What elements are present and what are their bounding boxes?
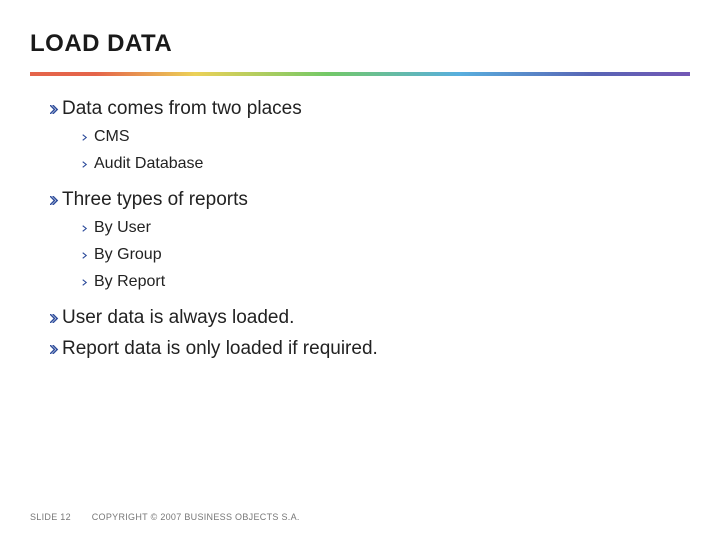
bullet-text: By Report [94, 270, 165, 295]
bullet-text: Audit Database [94, 152, 203, 177]
bullet-l1: Data comes from two places [30, 94, 690, 123]
bullet-l1: Report data is only loaded if required. [30, 334, 690, 363]
bullet-text: CMS [94, 125, 130, 150]
bullet-arrow-icon [50, 185, 62, 214]
bullet-arrow-icon [82, 125, 94, 150]
bullet-arrow-icon [50, 303, 62, 332]
bullet-l2: Audit Database [30, 152, 690, 177]
bullet-l2: By Report [30, 270, 690, 295]
bullet-l2: CMS [30, 125, 690, 150]
bullet-l1: Three types of reports [30, 185, 690, 214]
bullet-arrow-icon [82, 270, 94, 295]
bullet-arrow-icon [50, 334, 62, 363]
bullet-l2: By Group [30, 243, 690, 268]
divider [30, 72, 690, 76]
bullet-text: By Group [94, 243, 162, 268]
bullet-arrow-icon [82, 243, 94, 268]
bullet-text: Data comes from two places [62, 94, 302, 123]
bullet-arrow-icon [82, 152, 94, 177]
bullet-l2: By User [30, 216, 690, 241]
slide-number: SLIDE 12 [30, 512, 71, 522]
bullet-text: By User [94, 216, 151, 241]
bullet-text: Three types of reports [62, 185, 248, 214]
slide: LOAD DATA Data comes from two places CMS… [0, 0, 720, 540]
bullet-text: User data is always loaded. [62, 303, 294, 332]
copyright: COPYRIGHT © 2007 BUSINESS OBJECTS S.A. [92, 512, 300, 522]
slide-title: LOAD DATA [30, 30, 690, 58]
bullet-l1: User data is always loaded. [30, 303, 690, 332]
bullet-text: Report data is only loaded if required. [62, 334, 378, 363]
bullet-arrow-icon [82, 216, 94, 241]
footer: SLIDE 12 COPYRIGHT © 2007 BUSINESS OBJEC… [30, 512, 300, 522]
content: Data comes from two places CMS Audit Dat… [30, 94, 690, 364]
bullet-arrow-icon [50, 94, 62, 123]
